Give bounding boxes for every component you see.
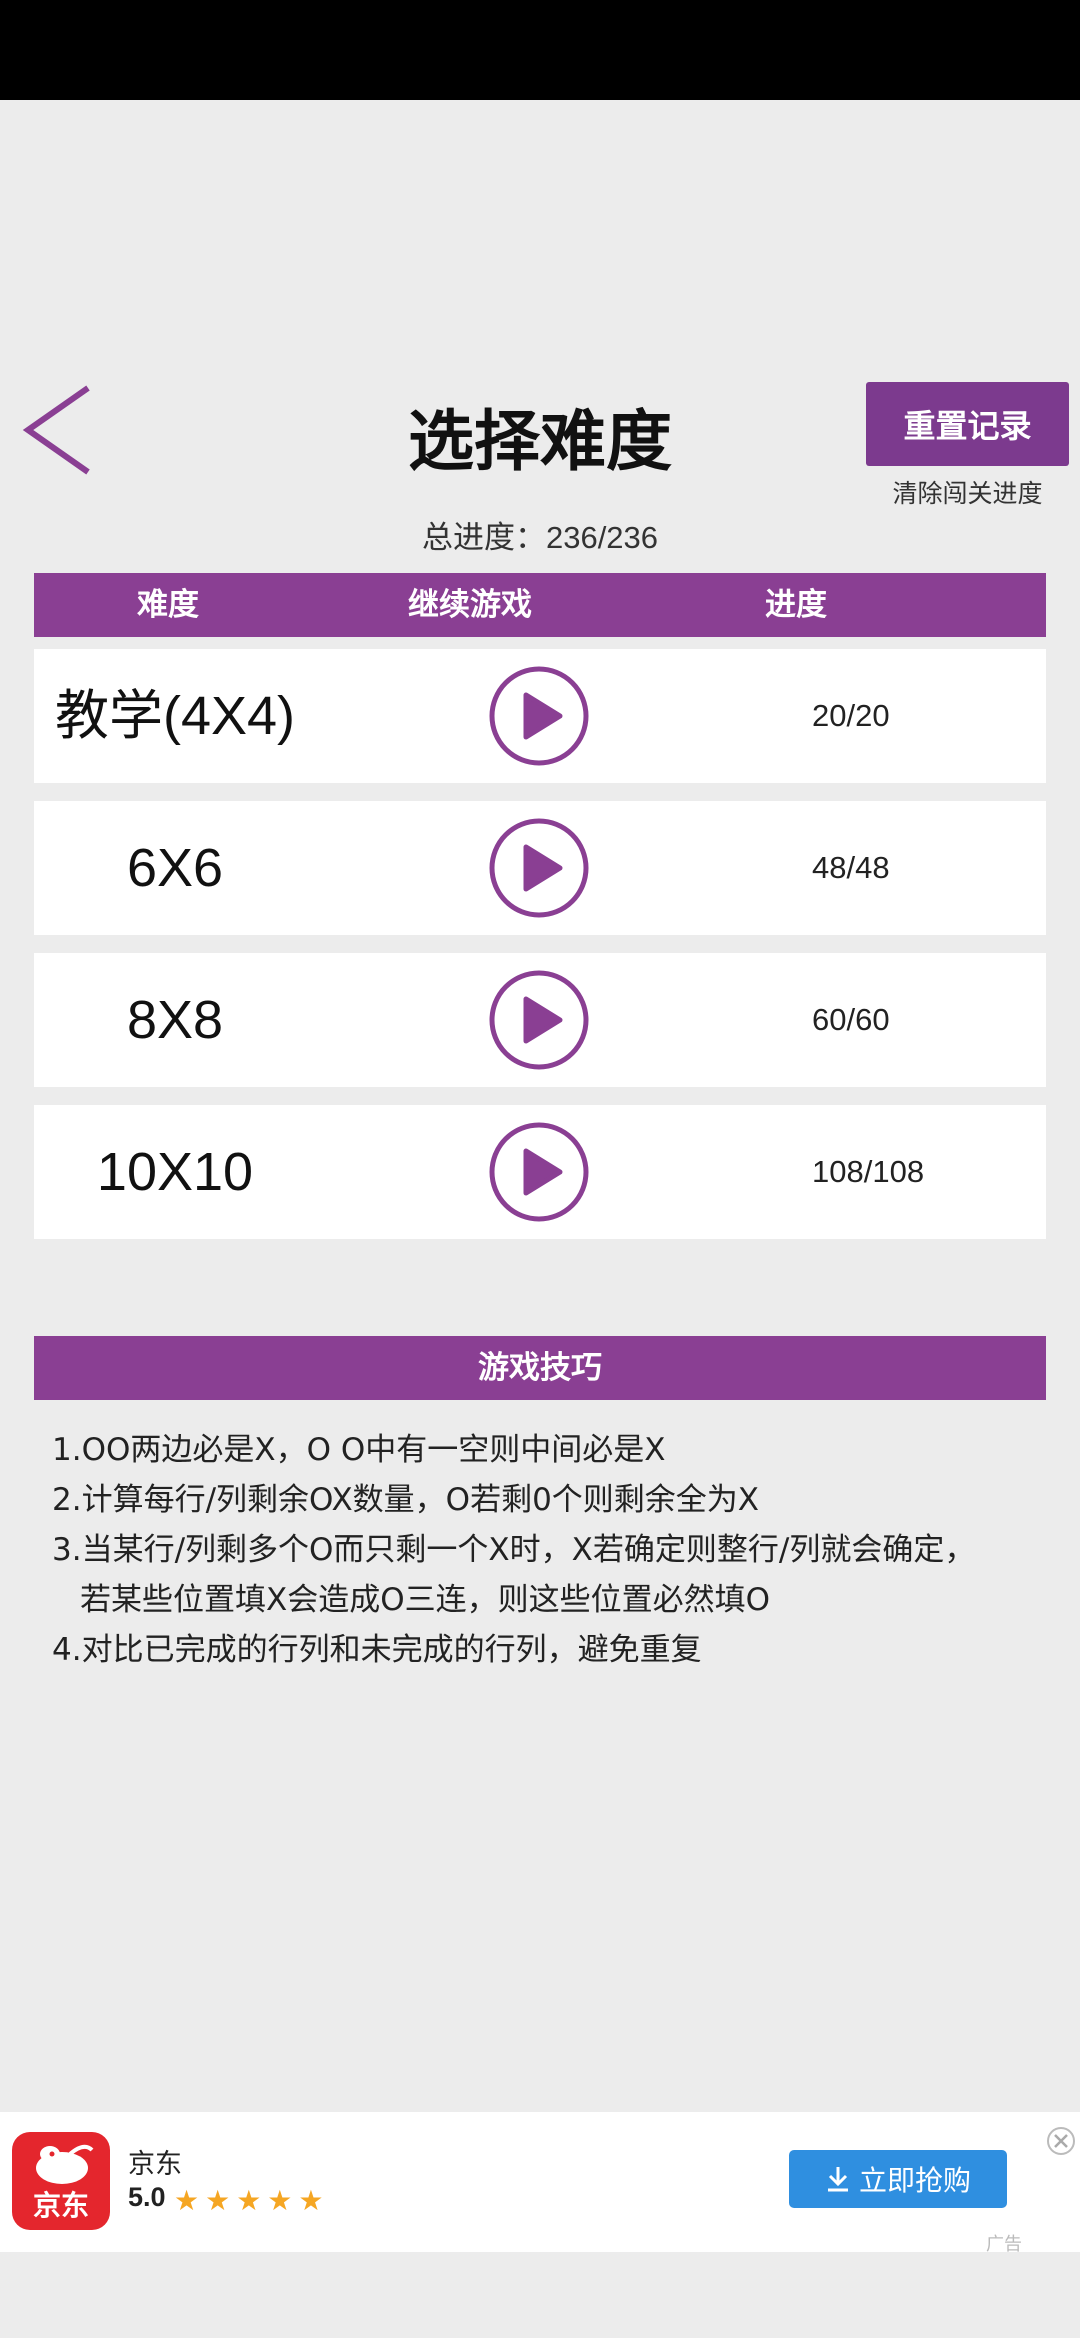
download-icon (827, 2167, 848, 2192)
tip-line: 4.对比已完成的行列和未完成的行列，避免重复 (52, 1632, 702, 1668)
reset-record-hint: 清除闯关进度 (892, 479, 1043, 508)
column-header-progress: 进度 (765, 587, 827, 623)
ad-logo-text: 京东 (32, 2189, 89, 2222)
difficulty-name: 6X6 (126, 838, 224, 898)
ad-buy-button[interactable]: 立即抢购 (789, 2150, 1007, 2208)
ad-rating: 5.0 (128, 2182, 166, 2212)
ad-banner[interactable]: 京东 京东 5.0 ★★★★★ 立即抢购 广告 (0, 2112, 1080, 2255)
tips-header: 游戏技巧 (34, 1336, 1046, 1400)
ad-tag: 广告 (986, 2234, 1022, 2255)
tip-line: 2.计算每行/列剩余OX数量，O若剩0个则剩余全为X (52, 1482, 760, 1518)
difficulty-row-10x10[interactable]: 10X10 108/108 (34, 1105, 1046, 1239)
difficulty-table-header: 难度 继续游戏 进度 (34, 573, 1046, 637)
difficulty-name: 10X10 (96, 1142, 254, 1202)
tip-line: 1.OO两边必是X，O O中有一空则中间必是X (52, 1432, 666, 1468)
difficulty-progress: 108/108 (812, 1154, 925, 1189)
tip-line: 3.当某行/列剩多个O而只剩一个X时，X若确定则整行/列就会确定， (52, 1532, 976, 1568)
play-icon[interactable] (488, 1121, 590, 1223)
difficulty-progress: 48/48 (812, 850, 890, 885)
status-bar (0, 0, 1080, 100)
dog-mascot-icon (36, 2144, 94, 2184)
total-progress-value: 236/236 (545, 520, 659, 555)
ad-app-logo[interactable]: 京东 (12, 2132, 110, 2230)
total-progress-label: 总进度： (421, 520, 546, 555)
difficulty-progress: 20/20 (812, 698, 890, 733)
back-button[interactable] (18, 380, 98, 480)
ad-buy-label: 立即抢购 (858, 2164, 971, 2197)
column-header-continue: 继续游戏 (408, 587, 532, 623)
play-icon[interactable] (488, 665, 590, 767)
tip-line: 若某些位置填X会造成O三连，则这些位置必然填O (80, 1582, 771, 1618)
page-title: 选择难度 (408, 403, 672, 480)
difficulty-name: 教学(4X4) (54, 686, 296, 746)
column-header-difficulty: 难度 (137, 587, 199, 623)
difficulty-name: 8X8 (126, 990, 224, 1050)
difficulty-row-8x8[interactable]: 8X8 60/60 (34, 953, 1046, 1087)
star-rating-icon: ★★★★★ (174, 2184, 330, 2217)
difficulty-row-6x6[interactable]: 6X6 48/48 (34, 801, 1046, 935)
reset-record-button[interactable]: 重置记录 (866, 382, 1069, 466)
total-progress: 总进度：236/236 (0, 512, 1080, 557)
difficulty-progress: 60/60 (812, 1002, 890, 1037)
ad-app-name: 京东 (128, 2149, 182, 2180)
chevron-left-icon (22, 385, 90, 475)
play-icon[interactable] (488, 969, 590, 1071)
play-icon[interactable] (488, 817, 590, 919)
close-icon[interactable] (1046, 2126, 1076, 2156)
difficulty-row-4x4[interactable]: 教学(4X4) 20/20 (34, 649, 1046, 783)
tips-list: 1.OO两边必是X，O O中有一空则中间必是X 2.计算每行/列剩余OX数量，O… (52, 1425, 1052, 1675)
